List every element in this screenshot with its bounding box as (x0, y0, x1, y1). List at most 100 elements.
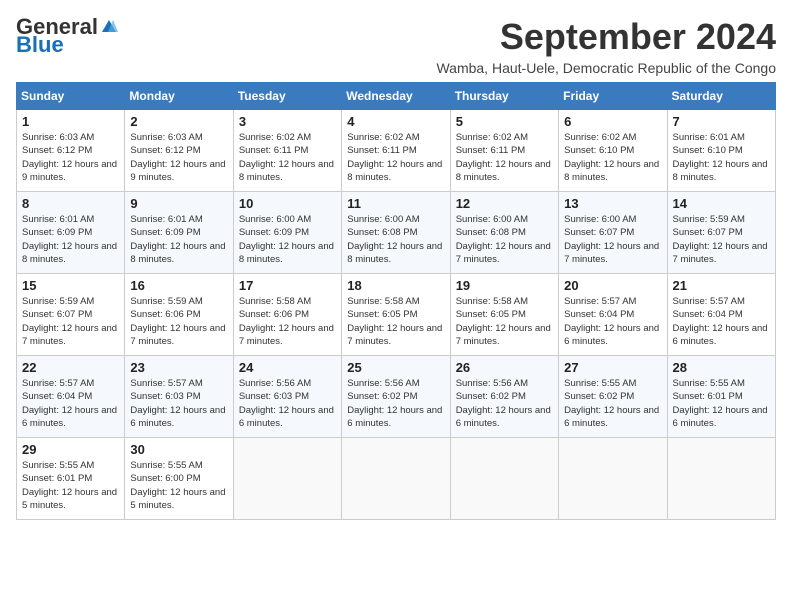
day-number: 28 (673, 360, 770, 375)
calendar-week-row: 29 Sunrise: 5:55 AM Sunset: 6:01 PM Dayl… (17, 438, 776, 520)
calendar-week-row: 8 Sunrise: 6:01 AM Sunset: 6:09 PM Dayli… (17, 192, 776, 274)
day-number: 22 (22, 360, 119, 375)
table-row: 17 Sunrise: 5:58 AM Sunset: 6:06 PM Dayl… (233, 274, 341, 356)
day-info: Sunrise: 5:56 AM Sunset: 6:02 PM Dayligh… (456, 377, 553, 430)
day-info: Sunrise: 6:01 AM Sunset: 6:09 PM Dayligh… (22, 213, 119, 266)
table-row: 21 Sunrise: 5:57 AM Sunset: 6:04 PM Dayl… (667, 274, 775, 356)
day-info: Sunrise: 5:57 AM Sunset: 6:04 PM Dayligh… (22, 377, 119, 430)
table-row: 1 Sunrise: 6:03 AM Sunset: 6:12 PM Dayli… (17, 110, 125, 192)
day-info: Sunrise: 5:58 AM Sunset: 6:06 PM Dayligh… (239, 295, 336, 348)
header-monday: Monday (125, 83, 233, 110)
table-row: 28 Sunrise: 5:55 AM Sunset: 6:01 PM Dayl… (667, 356, 775, 438)
table-row (450, 438, 558, 520)
day-number: 12 (456, 196, 553, 211)
day-number: 20 (564, 278, 661, 293)
day-info: Sunrise: 6:02 AM Sunset: 6:11 PM Dayligh… (347, 131, 444, 184)
month-title: September 2024 (436, 16, 776, 58)
table-row: 16 Sunrise: 5:59 AM Sunset: 6:06 PM Dayl… (125, 274, 233, 356)
table-row (667, 438, 775, 520)
day-info: Sunrise: 5:56 AM Sunset: 6:02 PM Dayligh… (347, 377, 444, 430)
table-row: 10 Sunrise: 6:00 AM Sunset: 6:09 PM Dayl… (233, 192, 341, 274)
table-row: 26 Sunrise: 5:56 AM Sunset: 6:02 PM Dayl… (450, 356, 558, 438)
calendar-week-row: 22 Sunrise: 5:57 AM Sunset: 6:04 PM Dayl… (17, 356, 776, 438)
day-info: Sunrise: 6:00 AM Sunset: 6:07 PM Dayligh… (564, 213, 661, 266)
day-number: 15 (22, 278, 119, 293)
day-info: Sunrise: 5:57 AM Sunset: 6:04 PM Dayligh… (564, 295, 661, 348)
day-info: Sunrise: 5:58 AM Sunset: 6:05 PM Dayligh… (456, 295, 553, 348)
day-info: Sunrise: 6:02 AM Sunset: 6:11 PM Dayligh… (456, 131, 553, 184)
logo-icon (100, 18, 118, 36)
table-row: 11 Sunrise: 6:00 AM Sunset: 6:08 PM Dayl… (342, 192, 450, 274)
day-info: Sunrise: 5:58 AM Sunset: 6:05 PM Dayligh… (347, 295, 444, 348)
logo: General Blue (16, 16, 118, 56)
day-number: 19 (456, 278, 553, 293)
day-info: Sunrise: 6:00 AM Sunset: 6:08 PM Dayligh… (347, 213, 444, 266)
day-number: 4 (347, 114, 444, 129)
calendar-header-row: Sunday Monday Tuesday Wednesday Thursday… (17, 83, 776, 110)
day-number: 11 (347, 196, 444, 211)
day-number: 24 (239, 360, 336, 375)
day-number: 5 (456, 114, 553, 129)
table-row (342, 438, 450, 520)
day-number: 6 (564, 114, 661, 129)
day-number: 29 (22, 442, 119, 457)
table-row: 8 Sunrise: 6:01 AM Sunset: 6:09 PM Dayli… (17, 192, 125, 274)
day-number: 16 (130, 278, 227, 293)
table-row: 24 Sunrise: 5:56 AM Sunset: 6:03 PM Dayl… (233, 356, 341, 438)
table-row: 30 Sunrise: 5:55 AM Sunset: 6:00 PM Dayl… (125, 438, 233, 520)
table-row: 3 Sunrise: 6:02 AM Sunset: 6:11 PM Dayli… (233, 110, 341, 192)
table-row: 12 Sunrise: 6:00 AM Sunset: 6:08 PM Dayl… (450, 192, 558, 274)
header-saturday: Saturday (667, 83, 775, 110)
table-row: 6 Sunrise: 6:02 AM Sunset: 6:10 PM Dayli… (559, 110, 667, 192)
table-row: 18 Sunrise: 5:58 AM Sunset: 6:05 PM Dayl… (342, 274, 450, 356)
day-info: Sunrise: 5:59 AM Sunset: 6:07 PM Dayligh… (673, 213, 770, 266)
day-number: 14 (673, 196, 770, 211)
table-row: 9 Sunrise: 6:01 AM Sunset: 6:09 PM Dayli… (125, 192, 233, 274)
day-number: 17 (239, 278, 336, 293)
day-info: Sunrise: 6:00 AM Sunset: 6:08 PM Dayligh… (456, 213, 553, 266)
day-info: Sunrise: 6:01 AM Sunset: 6:10 PM Dayligh… (673, 131, 770, 184)
header-sunday: Sunday (17, 83, 125, 110)
calendar-table: Sunday Monday Tuesday Wednesday Thursday… (16, 82, 776, 520)
day-number: 8 (22, 196, 119, 211)
table-row: 29 Sunrise: 5:55 AM Sunset: 6:01 PM Dayl… (17, 438, 125, 520)
table-row: 14 Sunrise: 5:59 AM Sunset: 6:07 PM Dayl… (667, 192, 775, 274)
table-row: 13 Sunrise: 6:00 AM Sunset: 6:07 PM Dayl… (559, 192, 667, 274)
day-info: Sunrise: 5:55 AM Sunset: 6:02 PM Dayligh… (564, 377, 661, 430)
table-row: 19 Sunrise: 5:58 AM Sunset: 6:05 PM Dayl… (450, 274, 558, 356)
day-number: 1 (22, 114, 119, 129)
day-info: Sunrise: 5:57 AM Sunset: 6:03 PM Dayligh… (130, 377, 227, 430)
day-number: 18 (347, 278, 444, 293)
day-info: Sunrise: 5:59 AM Sunset: 6:06 PM Dayligh… (130, 295, 227, 348)
table-row (559, 438, 667, 520)
day-info: Sunrise: 6:02 AM Sunset: 6:10 PM Dayligh… (564, 131, 661, 184)
day-number: 10 (239, 196, 336, 211)
day-number: 26 (456, 360, 553, 375)
location-title: Wamba, Haut-Uele, Democratic Republic of… (436, 60, 776, 76)
table-row: 7 Sunrise: 6:01 AM Sunset: 6:10 PM Dayli… (667, 110, 775, 192)
day-number: 2 (130, 114, 227, 129)
day-info: Sunrise: 6:02 AM Sunset: 6:11 PM Dayligh… (239, 131, 336, 184)
logo-text-blue: Blue (16, 34, 64, 56)
day-number: 23 (130, 360, 227, 375)
calendar-week-row: 1 Sunrise: 6:03 AM Sunset: 6:12 PM Dayli… (17, 110, 776, 192)
table-row: 25 Sunrise: 5:56 AM Sunset: 6:02 PM Dayl… (342, 356, 450, 438)
day-number: 3 (239, 114, 336, 129)
day-info: Sunrise: 5:55 AM Sunset: 6:00 PM Dayligh… (130, 459, 227, 512)
calendar-week-row: 15 Sunrise: 5:59 AM Sunset: 6:07 PM Dayl… (17, 274, 776, 356)
header-wednesday: Wednesday (342, 83, 450, 110)
day-number: 27 (564, 360, 661, 375)
title-block: September 2024 Wamba, Haut-Uele, Democra… (436, 16, 776, 76)
day-number: 9 (130, 196, 227, 211)
table-row: 20 Sunrise: 5:57 AM Sunset: 6:04 PM Dayl… (559, 274, 667, 356)
day-info: Sunrise: 6:03 AM Sunset: 6:12 PM Dayligh… (130, 131, 227, 184)
day-info: Sunrise: 6:03 AM Sunset: 6:12 PM Dayligh… (22, 131, 119, 184)
day-info: Sunrise: 5:55 AM Sunset: 6:01 PM Dayligh… (673, 377, 770, 430)
day-info: Sunrise: 5:55 AM Sunset: 6:01 PM Dayligh… (22, 459, 119, 512)
header-friday: Friday (559, 83, 667, 110)
day-number: 30 (130, 442, 227, 457)
day-number: 13 (564, 196, 661, 211)
day-info: Sunrise: 5:59 AM Sunset: 6:07 PM Dayligh… (22, 295, 119, 348)
table-row (233, 438, 341, 520)
day-number: 25 (347, 360, 444, 375)
